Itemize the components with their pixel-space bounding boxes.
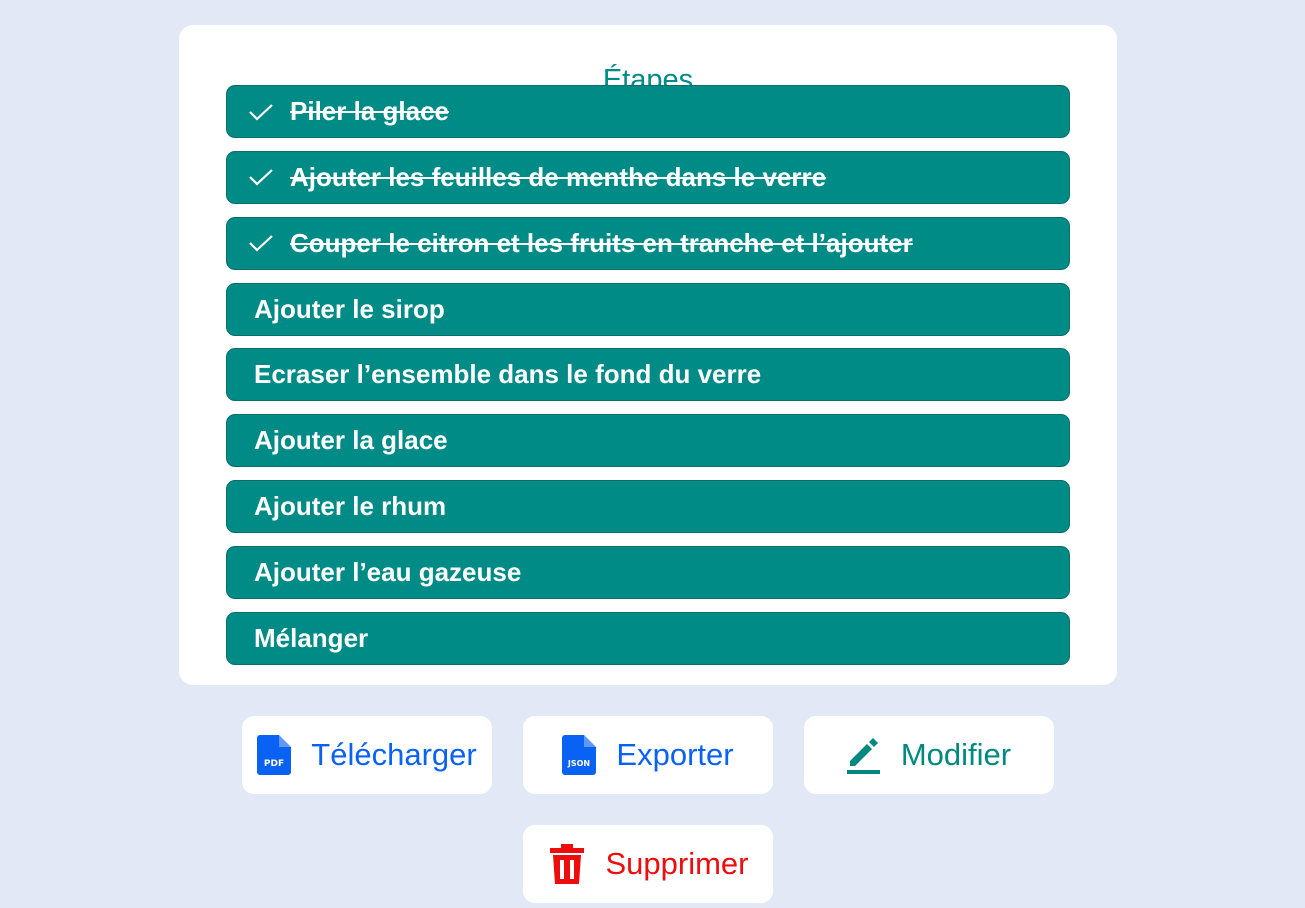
export-json-button[interactable]: JSON Exporter [523, 716, 773, 794]
step-label: Ajouter le sirop [254, 293, 445, 324]
download-button-label: Télécharger [311, 737, 477, 772]
delete-button-label: Supprimer [605, 846, 749, 881]
pencil-icon [846, 735, 881, 775]
step-item[interactable]: Ajouter les feuilles de menthe dans le v… [226, 150, 1070, 204]
step-label: Couper le citron et les fruits en tranch… [290, 227, 913, 258]
json-icon-text: JSON [567, 759, 590, 768]
json-file-icon: JSON [562, 735, 597, 775]
trash-icon [548, 844, 586, 884]
export-button-label: Exporter [616, 737, 734, 772]
step-item[interactable]: Couper le citron et les fruits en tranch… [226, 216, 1070, 270]
checkmark-icon [246, 162, 276, 192]
step-item[interactable]: Ajouter le sirop [226, 282, 1070, 336]
step-item[interactable]: Ajouter l’eau gazeuse [226, 545, 1070, 599]
step-label: Ecraser l’ensemble dans le fond du verre [254, 359, 762, 390]
step-item[interactable]: Mélanger [226, 611, 1070, 665]
steps-list: Piler la glace Ajouter les feuilles de m… [226, 85, 1070, 678]
step-label: Ajouter la glace [254, 425, 448, 456]
checkmark-icon [246, 97, 276, 127]
pdf-icon-text: PDF [264, 759, 284, 769]
delete-button[interactable]: Supprimer [523, 825, 773, 903]
step-label: Ajouter les feuilles de menthe dans le v… [290, 161, 827, 192]
steps-card: Étapes Piler la glace Ajouter les feuill… [179, 25, 1117, 685]
pdf-file-icon: PDF [257, 735, 292, 775]
step-item[interactable]: Ajouter la glace [226, 414, 1070, 468]
step-label: Ajouter l’eau gazeuse [254, 556, 522, 587]
step-label: Ajouter le rhum [254, 491, 447, 522]
step-label: Piler la glace [290, 96, 449, 126]
step-item[interactable]: Ajouter le rhum [226, 480, 1070, 534]
edit-button-label: Modifier [900, 737, 1012, 772]
edit-button[interactable]: Modifier [804, 716, 1054, 794]
checkmark-icon [246, 228, 276, 258]
download-pdf-button[interactable]: PDF Télécharger [242, 716, 492, 794]
step-item[interactable]: Piler la glace [226, 85, 1070, 138]
step-item[interactable]: Ecraser l’ensemble dans le fond du verre [226, 348, 1070, 402]
step-label: Mélanger [254, 622, 369, 653]
